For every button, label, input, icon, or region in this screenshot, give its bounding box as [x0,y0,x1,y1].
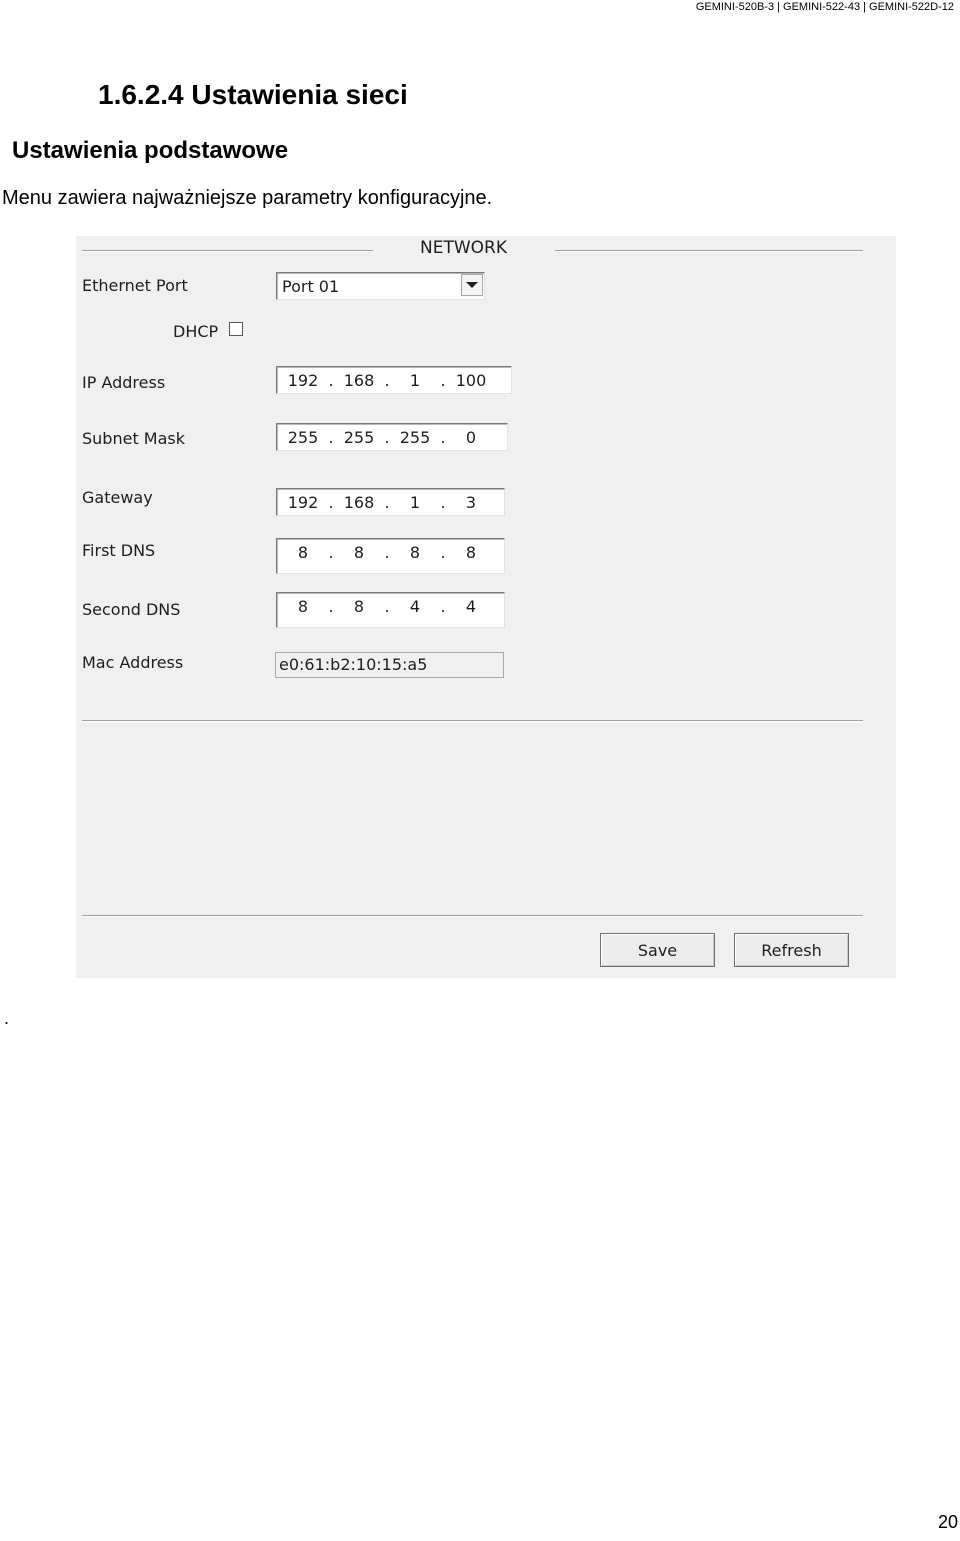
ip-separator: . [440,596,446,616]
first-dns-octet-3[interactable]: 8 [393,543,437,562]
ethernet-port-label: Ethernet Port [82,276,188,295]
trailing-dot: . [4,1008,10,1028]
ip-separator: . [328,542,334,562]
second-dns-field[interactable]: 8 . 8 . 4 . 4 [276,592,505,628]
ip-separator: . [328,596,334,616]
gateway-octet-4[interactable]: 3 [449,493,493,512]
section-title: 1.6.2.4 Ustawienia sieci [98,79,408,110]
ip-octet-3[interactable]: 1 [393,371,437,390]
ip-separator: . [328,427,334,447]
chevron-down-icon [466,282,478,288]
first-dns-octet-2[interactable]: 8 [337,543,381,562]
footer-divider [82,915,863,917]
subsection-title: Ustawienia podstawowe [12,137,289,164]
subnet-octet-1[interactable]: 255 [281,428,325,447]
ip-separator: . [384,492,390,512]
first-dns-label: First DNS [82,541,156,560]
ip-separator: . [328,492,334,512]
save-button[interactable]: Save [600,933,715,967]
ip-separator: . [384,370,390,390]
subnet-octet-4[interactable]: 0 [449,428,493,447]
ip-octet-1[interactable]: 192 [281,371,325,390]
second-dns-label: Second DNS [82,600,181,619]
first-dns-octet-1[interactable]: 8 [281,543,325,562]
ip-separator: . [384,542,390,562]
subnet-octet-2[interactable]: 255 [337,428,381,447]
first-dns-octet-4[interactable]: 8 [449,543,493,562]
subnet-octet-3[interactable]: 255 [393,428,437,447]
ip-separator: . [384,427,390,447]
second-dns-octet-4[interactable]: 4 [449,597,493,616]
content-divider [82,720,863,722]
ip-octet-4[interactable]: 100 [449,371,493,390]
gateway-field[interactable]: 192 . 168 . 1 . 3 [276,488,505,516]
title-rule-right [555,250,863,252]
subnet-mask-field[interactable]: 255 . 255 . 255 . 0 [276,423,508,451]
network-settings-panel: NETWORK Ethernet Port Port 01 DHCP IP Ad… [76,236,896,978]
gateway-octet-3[interactable]: 1 [393,493,437,512]
ip-separator: . [440,542,446,562]
ip-separator: . [440,492,446,512]
ip-octet-2[interactable]: 168 [337,371,381,390]
ip-separator: . [440,427,446,447]
refresh-button[interactable]: Refresh [734,933,849,967]
ip-separator: . [328,370,334,390]
ip-address-label: IP Address [82,373,166,392]
gateway-octet-2[interactable]: 168 [337,493,381,512]
ip-separator: . [440,370,446,390]
title-rule-left [82,250,373,252]
intro-paragraph: Menu zawiera najważniejsze parametry kon… [2,187,493,209]
network-title: NETWORK [420,238,507,258]
second-dns-octet-3[interactable]: 4 [393,597,437,616]
gateway-label: Gateway [82,488,153,507]
second-dns-octet-2[interactable]: 8 [337,597,381,616]
page-number: 20 [937,1512,958,1532]
ip-separator: . [384,596,390,616]
ethernet-port-value: Port 01 [282,277,340,296]
ethernet-port-select[interactable]: Port 01 [276,272,485,300]
mac-address-field: e0:61:b2:10:15:a5 [275,652,504,678]
mac-address-label: Mac Address [82,653,184,672]
ip-address-field[interactable]: 192 . 168 . 1 . 100 [276,366,512,394]
second-dns-octet-1[interactable]: 8 [281,597,325,616]
first-dns-field[interactable]: 8 . 8 . 8 . 8 [276,538,505,574]
dhcp-checkbox[interactable] [229,322,243,336]
gateway-octet-1[interactable]: 192 [281,493,325,512]
subnet-mask-label: Subnet Mask [82,429,186,448]
dhcp-label: DHCP [173,322,219,341]
dropdown-button[interactable] [461,274,483,296]
document-header-models: GEMINI-520B-3 | GEMINI-522-43 | GEMINI-5… [695,1,954,13]
